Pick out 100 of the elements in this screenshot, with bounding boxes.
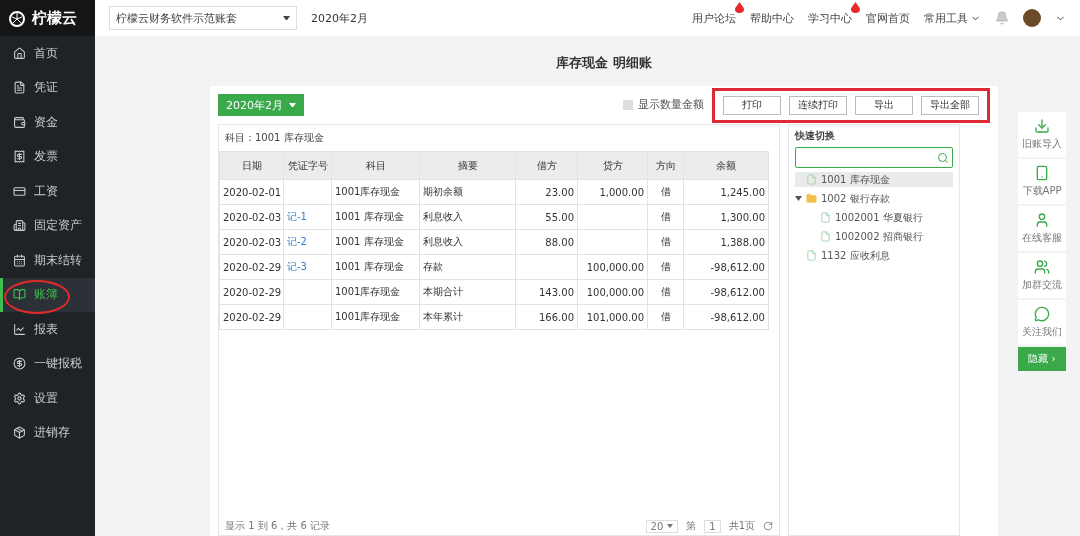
sidebar-item[interactable]: 固定资产 xyxy=(0,208,95,243)
table-cell: 166.00 xyxy=(515,304,578,330)
sidebar-item[interactable]: 资金 xyxy=(0,105,95,140)
table-cell: 2020-02-29 xyxy=(219,254,284,280)
sidebar-item[interactable]: 发票 xyxy=(0,139,95,174)
tree-item[interactable]: 1002002 招商银行 xyxy=(795,229,953,244)
phone-icon xyxy=(1034,165,1050,181)
tree-item[interactable]: 1132 应收利息 xyxy=(795,248,953,263)
table-cell: 23.00 xyxy=(515,179,578,205)
page-title: 库存现金 明细账 xyxy=(555,54,653,72)
table-cell: 本期合计 xyxy=(419,279,516,305)
sidebar-item[interactable]: 报表 xyxy=(0,312,95,347)
people-icon xyxy=(1034,259,1050,275)
table-cell: 借 xyxy=(647,179,684,205)
table-cell xyxy=(283,279,332,305)
coin-icon xyxy=(13,357,26,371)
column-header: 凭证字号 xyxy=(283,151,332,180)
table-cell: 143.00 xyxy=(515,279,578,305)
sidebar-item[interactable]: 账簿 xyxy=(0,277,95,312)
header-link[interactable]: 官网首页 xyxy=(866,10,910,26)
calendar-icon xyxy=(13,253,26,267)
settings-icon xyxy=(13,391,26,405)
sidebar-item[interactable]: 首页 xyxy=(0,36,95,71)
table-cell: 1001库存现金 xyxy=(331,279,420,305)
card-icon xyxy=(13,184,26,198)
caret-icon[interactable] xyxy=(795,196,802,201)
show-quantity-checkbox[interactable]: 显示数量金额 xyxy=(623,98,704,112)
caret-icon xyxy=(289,102,296,108)
table-cell: -98,612.00 xyxy=(683,279,769,305)
sidebar-item[interactable]: 凭证 xyxy=(0,70,95,105)
download-icon xyxy=(1034,118,1050,134)
toolbar-button[interactable]: 打印 xyxy=(723,95,781,115)
header-link[interactable]: 常用工具 xyxy=(924,10,968,26)
table-cell: 100,000.00 xyxy=(577,279,648,305)
brand-name: 柠檬云 xyxy=(32,8,77,28)
column-header: 余额 xyxy=(683,151,769,180)
float-panel-item[interactable]: 下载APP xyxy=(1018,159,1066,204)
sidebar-item[interactable]: 期末结转 xyxy=(0,243,95,278)
table-cell: 101,000.00 xyxy=(577,304,648,330)
search-field[interactable] xyxy=(795,147,953,168)
bell-icon[interactable] xyxy=(995,11,1009,25)
voucher-link[interactable]: 记-3 xyxy=(283,254,332,280)
column-header: 日期 xyxy=(219,151,284,180)
table-cell xyxy=(283,179,332,205)
sidebar-item[interactable]: 工资 xyxy=(0,174,95,209)
tree-item[interactable]: 1001 库存现金 xyxy=(795,172,953,187)
table-cell: 55.00 xyxy=(515,204,578,230)
float-panel-item[interactable]: 关注我们 xyxy=(1018,300,1066,345)
table-cell: 2020-02-29 xyxy=(219,279,284,305)
tree-item[interactable]: 1002001 华夏银行 xyxy=(795,210,953,225)
page-input[interactable]: 1 xyxy=(704,519,721,533)
chart-icon xyxy=(13,322,26,336)
table-cell: 存款 xyxy=(419,254,516,280)
float-panel-item[interactable]: 在线客服 xyxy=(1018,206,1066,251)
header-link[interactable]: 帮助中心 xyxy=(750,10,794,26)
table-cell xyxy=(577,204,648,230)
book-icon xyxy=(13,288,26,302)
document-icon xyxy=(13,81,26,95)
table-cell: 1,300.00 xyxy=(683,204,769,230)
table-cell: 1001库存现金 xyxy=(331,179,420,205)
page-label: 第 xyxy=(686,519,697,533)
toolbar-button[interactable]: 连续打印 xyxy=(789,95,847,115)
tree-item[interactable]: 1002 银行存款 xyxy=(795,191,953,206)
toolbar-button[interactable]: 导出全部 xyxy=(921,95,979,115)
file-icon xyxy=(806,250,817,261)
table-cell xyxy=(515,254,578,280)
column-header: 借方 xyxy=(515,151,578,180)
sidebar-item[interactable]: 设置 xyxy=(0,381,95,416)
float-panel-item[interactable]: 加群交流 xyxy=(1018,253,1066,298)
caret-icon xyxy=(283,15,290,21)
header-link[interactable]: 学习中心 xyxy=(808,10,852,26)
float-panel-item[interactable]: 旧账导入 xyxy=(1018,112,1066,157)
table-cell: 借 xyxy=(647,279,684,305)
chat-icon xyxy=(1034,306,1050,322)
person-icon xyxy=(1034,212,1050,228)
column-header: 摘要 xyxy=(419,151,516,180)
table-cell: 借 xyxy=(647,254,684,280)
toolbar-button[interactable]: 导出 xyxy=(855,95,913,115)
table-cell: 2020-02-01 xyxy=(219,179,284,205)
voucher-link[interactable]: 记-1 xyxy=(283,204,332,230)
column-header: 科目 xyxy=(331,151,420,180)
table-cell: 利息收入 xyxy=(419,229,516,255)
building-icon xyxy=(13,219,26,233)
avatar[interactable] xyxy=(1023,9,1041,27)
folder-icon xyxy=(806,193,817,204)
table-cell: 100,000.00 xyxy=(577,254,648,280)
table-cell xyxy=(283,304,332,330)
header-link[interactable]: 用户论坛 xyxy=(692,10,736,26)
receipt-icon xyxy=(13,150,26,164)
column-header: 方向 xyxy=(647,151,684,180)
box-icon xyxy=(13,426,26,440)
account-select[interactable]: 柠檬云财务软件示范账套 xyxy=(109,6,297,30)
voucher-link[interactable]: 记-2 xyxy=(283,229,332,255)
refresh-icon[interactable] xyxy=(763,521,773,531)
page-size-select[interactable]: 20 xyxy=(645,519,679,533)
sidebar-item[interactable]: 进销存 xyxy=(0,415,95,450)
file-icon xyxy=(820,212,831,223)
sidebar-item[interactable]: 一键报税 xyxy=(0,346,95,381)
panel-title: 快速切换 xyxy=(795,129,836,143)
caret-icon xyxy=(667,523,674,529)
